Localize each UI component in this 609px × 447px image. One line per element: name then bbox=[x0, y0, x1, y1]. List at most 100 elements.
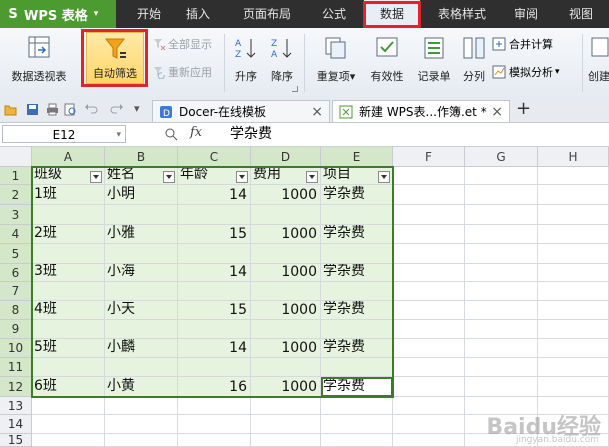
menu-tab-page-layout[interactable]: 页面布局 bbox=[232, 0, 302, 28]
row-header-9[interactable]: 9 bbox=[0, 320, 32, 339]
redo-icon[interactable] bbox=[110, 103, 124, 116]
table-cell[interactable]: 5班 bbox=[32, 339, 105, 358]
save-icon[interactable] bbox=[26, 103, 39, 116]
table-cell[interactable] bbox=[321, 415, 393, 434]
table-cell[interactable] bbox=[251, 434, 321, 447]
table-cell[interactable] bbox=[32, 205, 105, 225]
sort-descending-button[interactable]: Z A 降序 bbox=[266, 32, 298, 84]
table-cell[interactable] bbox=[393, 282, 465, 301]
menu-tab-view[interactable]: 视图 bbox=[559, 0, 603, 28]
column-header-b[interactable]: B bbox=[105, 147, 178, 167]
table-cell[interactable] bbox=[393, 358, 465, 377]
table-cell[interactable] bbox=[393, 244, 465, 264]
table-cell[interactable] bbox=[321, 397, 393, 415]
table-cell[interactable] bbox=[32, 434, 105, 447]
table-cell[interactable]: 14 bbox=[178, 339, 251, 358]
column-header-c[interactable]: C bbox=[178, 147, 251, 167]
table-cell[interactable]: 学杂费 bbox=[321, 301, 393, 320]
table-cell[interactable] bbox=[538, 282, 609, 301]
close-icon[interactable]: × bbox=[311, 104, 323, 120]
table-cell[interactable]: 1000 bbox=[251, 225, 321, 244]
table-cell[interactable]: 1000 bbox=[251, 185, 321, 205]
filter-dropdown-icon[interactable] bbox=[90, 171, 102, 183]
table-cell[interactable] bbox=[251, 244, 321, 264]
table-cell[interactable] bbox=[105, 434, 178, 447]
table-cell[interactable]: 4班 bbox=[32, 301, 105, 320]
table-cell[interactable] bbox=[538, 377, 609, 397]
table-cell[interactable] bbox=[538, 320, 609, 339]
row-header-1[interactable]: 1 bbox=[0, 167, 32, 185]
table-cell[interactable] bbox=[32, 358, 105, 377]
table-cell[interactable] bbox=[393, 434, 465, 447]
column-header-d[interactable]: D bbox=[251, 147, 321, 167]
table-cell[interactable] bbox=[251, 358, 321, 377]
table-cell[interactable] bbox=[465, 205, 538, 225]
table-cell[interactable] bbox=[32, 320, 105, 339]
table-cell[interactable] bbox=[538, 185, 609, 205]
sort-dialog-launcher[interactable] bbox=[292, 86, 298, 92]
table-cell[interactable] bbox=[321, 320, 393, 339]
table-cell[interactable] bbox=[393, 415, 465, 434]
table-cell[interactable]: 学杂费 bbox=[321, 264, 393, 282]
table-cell[interactable]: 3班 bbox=[32, 264, 105, 282]
table-cell[interactable] bbox=[321, 205, 393, 225]
table-cell[interactable] bbox=[465, 264, 538, 282]
row-header-2[interactable]: 2 bbox=[0, 185, 32, 205]
menu-tab-insert[interactable]: 插入 bbox=[176, 0, 220, 28]
table-cell[interactable] bbox=[178, 415, 251, 434]
table-cell[interactable] bbox=[538, 167, 609, 185]
sort-ascending-button[interactable]: A Z 升序 bbox=[230, 32, 262, 84]
row-header-12[interactable]: 12 bbox=[0, 377, 32, 397]
table-cell[interactable] bbox=[251, 282, 321, 301]
reapply-button[interactable]: 重新应用 bbox=[152, 64, 212, 80]
record-form-button[interactable]: 记录单 bbox=[412, 32, 456, 84]
table-cell[interactable] bbox=[32, 282, 105, 301]
table-cell[interactable] bbox=[465, 244, 538, 264]
table-cell[interactable]: 1000 bbox=[251, 264, 321, 282]
filter-dropdown-icon[interactable] bbox=[236, 171, 248, 183]
row-header-4[interactable]: 4 bbox=[0, 225, 32, 244]
table-cell[interactable] bbox=[465, 339, 538, 358]
row-header-3[interactable]: 3 bbox=[0, 205, 32, 225]
app-menu-button[interactable]: S WPS 表格 ▾ bbox=[0, 0, 116, 28]
print-icon[interactable] bbox=[46, 103, 59, 116]
menu-tab-review[interactable]: 审阅 bbox=[504, 0, 548, 28]
table-cell[interactable]: 小天 bbox=[105, 301, 178, 320]
validity-button[interactable]: 有效性 bbox=[364, 32, 410, 84]
table-cell[interactable] bbox=[105, 397, 178, 415]
table-cell[interactable] bbox=[465, 282, 538, 301]
table-cell[interactable] bbox=[178, 358, 251, 377]
table-cell[interactable] bbox=[105, 320, 178, 339]
table-cell[interactable]: 2班 bbox=[32, 225, 105, 244]
table-cell[interactable] bbox=[393, 397, 465, 415]
table-cell[interactable] bbox=[251, 205, 321, 225]
table-cell[interactable]: 6班 bbox=[32, 377, 105, 397]
table-cell[interactable] bbox=[251, 415, 321, 434]
header-cell[interactable]: 费用 bbox=[251, 167, 321, 185]
row-header-7[interactable]: 7 bbox=[0, 282, 32, 301]
table-cell[interactable]: 小海 bbox=[105, 264, 178, 282]
table-cell[interactable] bbox=[465, 225, 538, 244]
table-cell[interactable] bbox=[538, 358, 609, 377]
tab-docer-templates[interactable]: D Docer-在线模板 × bbox=[152, 100, 330, 122]
column-header-e[interactable]: E bbox=[321, 147, 393, 167]
table-cell[interactable] bbox=[538, 225, 609, 244]
table-cell[interactable] bbox=[32, 244, 105, 264]
text-to-columns-button[interactable]: 分列 bbox=[458, 32, 490, 84]
table-cell[interactable]: 15 bbox=[178, 225, 251, 244]
row-header-8[interactable]: 8 bbox=[0, 301, 32, 320]
table-cell[interactable] bbox=[393, 167, 465, 185]
table-cell[interactable] bbox=[393, 225, 465, 244]
table-cell[interactable] bbox=[178, 282, 251, 301]
table-cell[interactable]: 学杂费 bbox=[321, 225, 393, 244]
row-header-15[interactable]: 15 bbox=[0, 434, 32, 447]
table-cell[interactable]: 1000 bbox=[251, 377, 321, 397]
create-group-button[interactable]: 创建 bbox=[586, 32, 609, 84]
show-all-button[interactable]: 全部显示 bbox=[152, 36, 212, 52]
undo-icon[interactable] bbox=[84, 103, 98, 116]
duplicates-button[interactable]: 重复项▾ bbox=[310, 32, 362, 84]
table-cell[interactable] bbox=[178, 244, 251, 264]
table-cell[interactable] bbox=[105, 205, 178, 225]
table-cell[interactable] bbox=[393, 377, 465, 397]
table-cell[interactable] bbox=[321, 434, 393, 447]
